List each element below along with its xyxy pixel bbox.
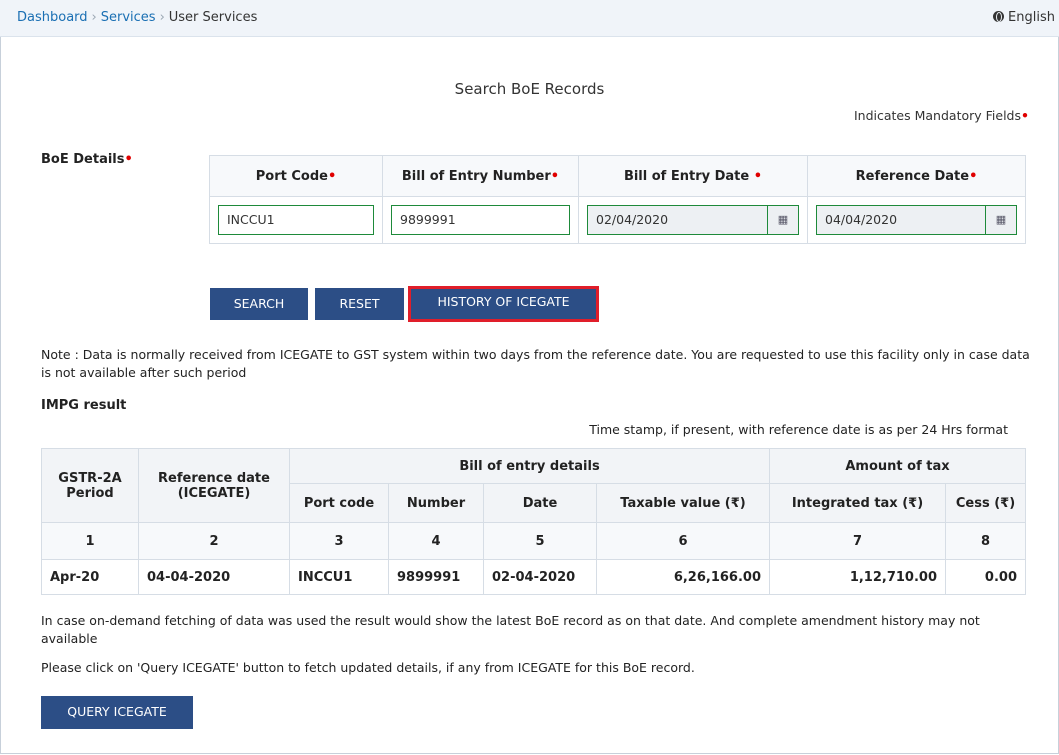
query-icegate-button[interactable]: QUERY ICEGATE (41, 696, 193, 729)
column-index: 7 (769, 522, 946, 560)
bill-of-entry-group-header: Bill of entry details (289, 448, 770, 484)
taxable-value-header: Taxable value (₹) (596, 483, 770, 523)
breadcrumb-services[interactable]: Services (101, 10, 156, 25)
port-code-cell: INCCU1 (289, 559, 389, 595)
language-label: English (1008, 10, 1055, 25)
column-index-row: 1 2 3 4 5 6 7 8 (41, 522, 1026, 560)
breadcrumb-user-services: User Services (168, 10, 258, 25)
calendar-icon[interactable]: ▦ (767, 206, 798, 234)
cess-cell: 0.00 (945, 559, 1026, 595)
bill-number-input[interactable]: 9899991 (391, 205, 570, 235)
column-index: 6 (596, 522, 770, 560)
history-of-icegate-button[interactable]: HISTORY OF ICEGATE (408, 286, 599, 322)
top-bar: Dashboard › Services › User Services English (0, 0, 1059, 37)
timestamp-note: Time stamp, if present, with reference d… (589, 422, 1008, 437)
breadcrumb-separator: › (159, 10, 165, 25)
bill-date-header: Bill of Entry Date • (578, 155, 808, 197)
amount-of-tax-group-header: Amount of tax (769, 448, 1026, 484)
column-index: 3 (289, 522, 389, 560)
reference-date-cell: 04-04-2020 (138, 559, 290, 595)
breadcrumb: Dashboard › Services › User Services (17, 10, 257, 25)
bill-date-input[interactable]: 02/04/2020 ▦ (587, 205, 799, 235)
language-selector[interactable]: English (993, 10, 1055, 25)
port-code-input[interactable]: INCCU1 (218, 205, 374, 235)
period-header: GSTR-2A Period (41, 448, 139, 523)
globe-icon (993, 11, 1005, 22)
integrated-tax-cell: 1,12,710.00 (769, 559, 946, 595)
note-text: Note : Data is normally received from IC… (41, 347, 1030, 380)
column-index: 2 (138, 522, 290, 560)
reference-date-input[interactable]: 04/04/2020 ▦ (816, 205, 1017, 235)
required-mark: • (1021, 108, 1029, 123)
info-text-query: Please click on 'Query ICEGATE' button t… (41, 660, 695, 675)
calendar-icon[interactable]: ▦ (985, 206, 1016, 234)
boe-details-label: BoE Details• (41, 152, 133, 167)
date-cell: 02-04-2020 (483, 559, 597, 595)
page-title: Search BoE Records (454, 80, 605, 98)
integrated-tax-header: Integrated tax (₹) (769, 483, 946, 523)
reference-date-header: Reference Date• (807, 155, 1026, 197)
number-col-header: Number (388, 483, 484, 523)
bill-number-header: Bill of Entry Number• (382, 155, 579, 197)
number-cell: 9899991 (388, 559, 484, 595)
port-code-header: Port Code• (209, 155, 383, 197)
column-index: 4 (388, 522, 484, 560)
search-button[interactable]: SEARCH (210, 288, 308, 320)
reference-date-icegate-header: Reference date (ICEGATE) (138, 448, 290, 523)
date-col-header: Date (483, 483, 597, 523)
mandatory-note: Indicates Mandatory Fields• (853, 108, 1029, 123)
reset-button[interactable]: RESET (315, 288, 404, 320)
impg-result-table: GSTR-2A Period Reference date (ICEGATE) … (41, 448, 1026, 595)
column-index: 1 (41, 522, 139, 560)
impg-result-title: IMPG result (41, 398, 127, 413)
required-mark: • (124, 152, 133, 167)
table-row: Apr-20 04-04-2020 INCCU1 9899991 02-04-2… (41, 559, 1026, 595)
port-code-col-header: Port code (289, 483, 389, 523)
column-index: 8 (945, 522, 1026, 560)
info-text-amendment: In case on-demand fetching of data was u… (41, 613, 980, 646)
breadcrumb-dashboard[interactable]: Dashboard (17, 10, 88, 25)
boe-form-table: Port Code• Bill of Entry Number• Bill of… (209, 155, 1026, 244)
taxable-value-cell: 6,26,166.00 (596, 559, 770, 595)
column-index: 5 (483, 522, 597, 560)
period-cell: Apr-20 (41, 559, 139, 595)
cess-header: Cess (₹) (945, 483, 1026, 523)
breadcrumb-separator: › (91, 10, 97, 25)
